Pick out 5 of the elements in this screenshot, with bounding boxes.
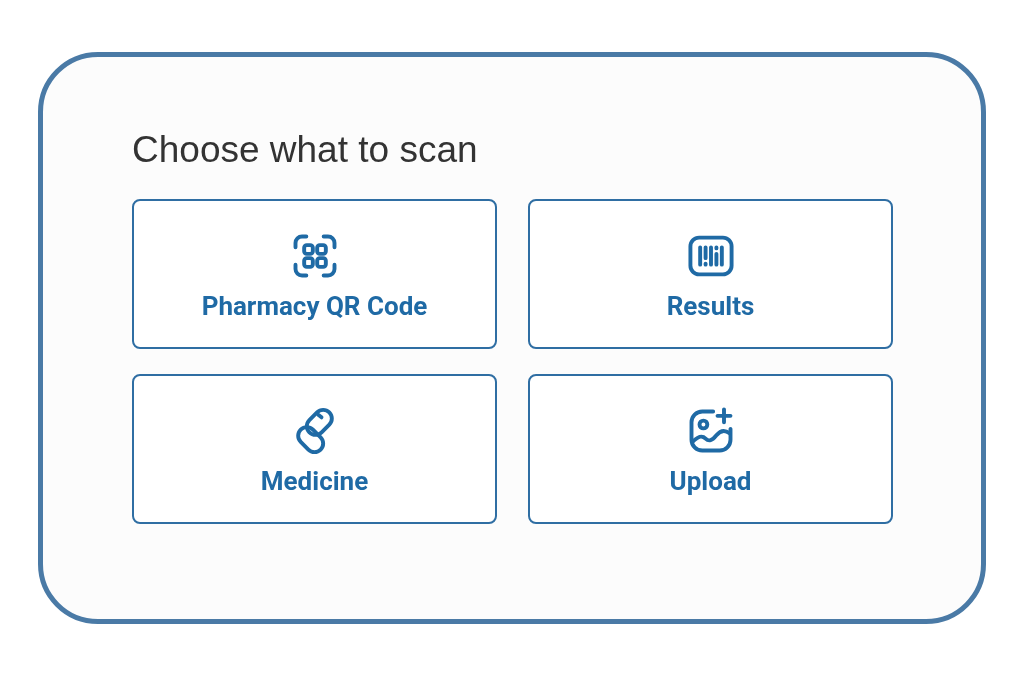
scan-option-card[interactable]: Medicine <box>132 374 497 524</box>
scan-option-card[interactable]: Results <box>528 199 893 349</box>
scan-option-card[interactable]: Upload <box>528 374 893 524</box>
scan-option-card[interactable]: Pharmacy QR Code <box>132 199 497 349</box>
dialog-title: Choose what to scan <box>132 128 479 172</box>
